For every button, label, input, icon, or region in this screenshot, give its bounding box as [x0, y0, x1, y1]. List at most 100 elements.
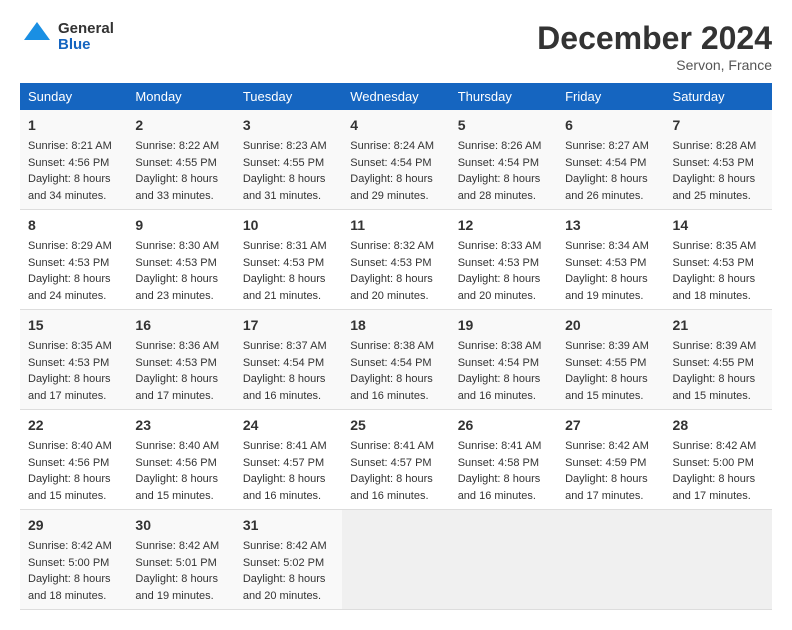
- sunrise-label: Sunrise: 8:36 AM: [135, 340, 219, 352]
- location: Servon, France: [537, 57, 772, 73]
- sunset-label: Sunset: 4:54 PM: [458, 357, 539, 369]
- title-section: December 2024 Servon, France: [537, 20, 772, 73]
- sunrise-label: Sunrise: 8:40 AM: [135, 440, 219, 452]
- col-friday: Friday: [557, 83, 664, 110]
- day-number: 29: [28, 515, 119, 536]
- day-number: 19: [458, 315, 549, 336]
- calendar-cell: 17Sunrise: 8:37 AMSunset: 4:54 PMDayligh…: [235, 310, 342, 410]
- calendar-cell: 23Sunrise: 8:40 AMSunset: 4:56 PMDayligh…: [127, 410, 234, 510]
- calendar-cell: [557, 510, 664, 610]
- sunrise-label: Sunrise: 8:41 AM: [458, 440, 542, 452]
- daylight-label: Daylight: 8 hours and 16 minutes.: [243, 373, 326, 402]
- sunrise-label: Sunrise: 8:21 AM: [28, 140, 112, 152]
- month-title: December 2024: [537, 20, 772, 57]
- daylight-label: Daylight: 8 hours and 31 minutes.: [243, 173, 326, 202]
- sunset-label: Sunset: 4:53 PM: [458, 257, 539, 269]
- calendar-cell: 9Sunrise: 8:30 AMSunset: 4:53 PMDaylight…: [127, 210, 234, 310]
- sunrise-label: Sunrise: 8:38 AM: [458, 340, 542, 352]
- daylight-label: Daylight: 8 hours and 23 minutes.: [135, 273, 218, 302]
- day-number: 10: [243, 215, 334, 236]
- calendar-cell: 8Sunrise: 8:29 AMSunset: 4:53 PMDaylight…: [20, 210, 127, 310]
- sunrise-label: Sunrise: 8:35 AM: [28, 340, 112, 352]
- day-number: 8: [28, 215, 119, 236]
- calendar-cell: 14Sunrise: 8:35 AMSunset: 4:53 PMDayligh…: [665, 210, 772, 310]
- sunset-label: Sunset: 4:54 PM: [243, 357, 324, 369]
- daylight-label: Daylight: 8 hours and 21 minutes.: [243, 273, 326, 302]
- calendar-cell: 12Sunrise: 8:33 AMSunset: 4:53 PMDayligh…: [450, 210, 557, 310]
- calendar-cell: 28Sunrise: 8:42 AMSunset: 5:00 PMDayligh…: [665, 410, 772, 510]
- day-number: 16: [135, 315, 226, 336]
- calendar-cell: 1Sunrise: 8:21 AMSunset: 4:56 PMDaylight…: [20, 110, 127, 210]
- sunrise-label: Sunrise: 8:35 AM: [673, 240, 757, 252]
- logo-text: General Blue: [58, 21, 114, 54]
- sunset-label: Sunset: 4:56 PM: [28, 157, 109, 169]
- header: General Blue December 2024 Servon, Franc…: [20, 20, 772, 73]
- calendar-cell: 18Sunrise: 8:38 AMSunset: 4:54 PMDayligh…: [342, 310, 449, 410]
- logo-container: General Blue: [20, 20, 114, 54]
- daylight-label: Daylight: 8 hours and 20 minutes.: [350, 273, 433, 302]
- sunrise-label: Sunrise: 8:31 AM: [243, 240, 327, 252]
- day-number: 30: [135, 515, 226, 536]
- calendar-cell: 21 Sunrise: 8:39 AM Sunset: 4:55 PM Dayligh…: [665, 310, 772, 410]
- calendar-week-2: 8Sunrise: 8:29 AMSunset: 4:53 PMDaylight…: [20, 210, 772, 310]
- day-number: 22: [28, 415, 119, 436]
- calendar-cell: 19Sunrise: 8:38 AMSunset: 4:54 PMDayligh…: [450, 310, 557, 410]
- calendar-cell: 5Sunrise: 8:26 AMSunset: 4:54 PMDaylight…: [450, 110, 557, 210]
- calendar-cell: [450, 510, 557, 610]
- daylight-label: Daylight: 8 hours and 17 minutes.: [565, 473, 648, 502]
- calendar-cell: [342, 510, 449, 610]
- daylight-label: Daylight: 8 hours and 18 minutes.: [673, 273, 756, 302]
- sunset-label: Sunset: 4:57 PM: [243, 457, 324, 469]
- logo: General Blue: [20, 20, 114, 54]
- daylight-label: Daylight: 8 hours and 16 minutes.: [350, 373, 433, 402]
- sunrise-label: Sunrise: 8:40 AM: [28, 440, 112, 452]
- calendar-week-5: 29Sunrise: 8:42 AMSunset: 5:00 PMDayligh…: [20, 510, 772, 610]
- calendar-cell: 3Sunrise: 8:23 AMSunset: 4:55 PMDaylight…: [235, 110, 342, 210]
- calendar-cell: 30Sunrise: 8:42 AMSunset: 5:01 PMDayligh…: [127, 510, 234, 610]
- day-number: 11: [350, 215, 441, 236]
- day-number: 24: [243, 415, 334, 436]
- col-sunday: Sunday: [20, 83, 127, 110]
- sunset-label: Sunset: 4:53 PM: [673, 157, 754, 169]
- sunrise-label: Sunrise: 8:24 AM: [350, 140, 434, 152]
- day-number: 23: [135, 415, 226, 436]
- sunset-label: Sunset: 4:53 PM: [28, 357, 109, 369]
- day-number: 9: [135, 215, 226, 236]
- sunrise-label: Sunrise: 8:26 AM: [458, 140, 542, 152]
- logo-icon: [20, 20, 54, 54]
- daylight-label: Daylight: 8 hours and 28 minutes.: [458, 173, 541, 202]
- daylight-label: Daylight: 8 hours and 17 minutes.: [28, 373, 111, 402]
- sunset-label: Sunset: 4:55 PM: [673, 357, 754, 369]
- daylight-label: Daylight: 8 hours and 15 minutes.: [565, 373, 648, 402]
- calendar-week-3: 15Sunrise: 8:35 AMSunset: 4:53 PMDayligh…: [20, 310, 772, 410]
- calendar-cell: 22Sunrise: 8:40 AMSunset: 4:56 PMDayligh…: [20, 410, 127, 510]
- sunrise-label: Sunrise: 8:37 AM: [243, 340, 327, 352]
- daylight-label: Daylight: 8 hours and 16 minutes.: [243, 473, 326, 502]
- sunrise-label: Sunrise: 8:38 AM: [350, 340, 434, 352]
- calendar-cell: [665, 510, 772, 610]
- logo-line1: General: [58, 21, 114, 38]
- daylight-label: Daylight: 8 hours and 15 minutes.: [673, 373, 756, 402]
- daylight-label: Daylight: 8 hours and 19 minutes.: [135, 573, 218, 602]
- calendar-cell: 13Sunrise: 8:34 AMSunset: 4:53 PMDayligh…: [557, 210, 664, 310]
- calendar-week-1: 1Sunrise: 8:21 AMSunset: 4:56 PMDaylight…: [20, 110, 772, 210]
- day-number: 26: [458, 415, 549, 436]
- sunset-label: Sunset: 5:00 PM: [28, 557, 109, 569]
- sunrise-label: Sunrise: 8:39 AM: [673, 340, 757, 352]
- daylight-label: Daylight: 8 hours and 16 minutes.: [458, 473, 541, 502]
- daylight-label: Daylight: 8 hours and 19 minutes.: [565, 273, 648, 302]
- sunset-label: Sunset: 4:55 PM: [243, 157, 324, 169]
- daylight-label: Daylight: 8 hours and 33 minutes.: [135, 173, 218, 202]
- sunrise-label: Sunrise: 8:32 AM: [350, 240, 434, 252]
- calendar-cell: 7Sunrise: 8:28 AMSunset: 4:53 PMDaylight…: [665, 110, 772, 210]
- day-number: 25: [350, 415, 441, 436]
- calendar-cell: 4Sunrise: 8:24 AMSunset: 4:54 PMDaylight…: [342, 110, 449, 210]
- calendar-cell: 10Sunrise: 8:31 AMSunset: 4:53 PMDayligh…: [235, 210, 342, 310]
- sunrise-label: Sunrise: 8:27 AM: [565, 140, 649, 152]
- sunset-label: Sunset: 4:53 PM: [565, 257, 646, 269]
- sunset-label: Sunset: 4:53 PM: [28, 257, 109, 269]
- day-number: 21: [673, 315, 764, 336]
- col-tuesday: Tuesday: [235, 83, 342, 110]
- daylight-label: Daylight: 8 hours and 17 minutes.: [673, 473, 756, 502]
- sunrise-label: Sunrise: 8:41 AM: [243, 440, 327, 452]
